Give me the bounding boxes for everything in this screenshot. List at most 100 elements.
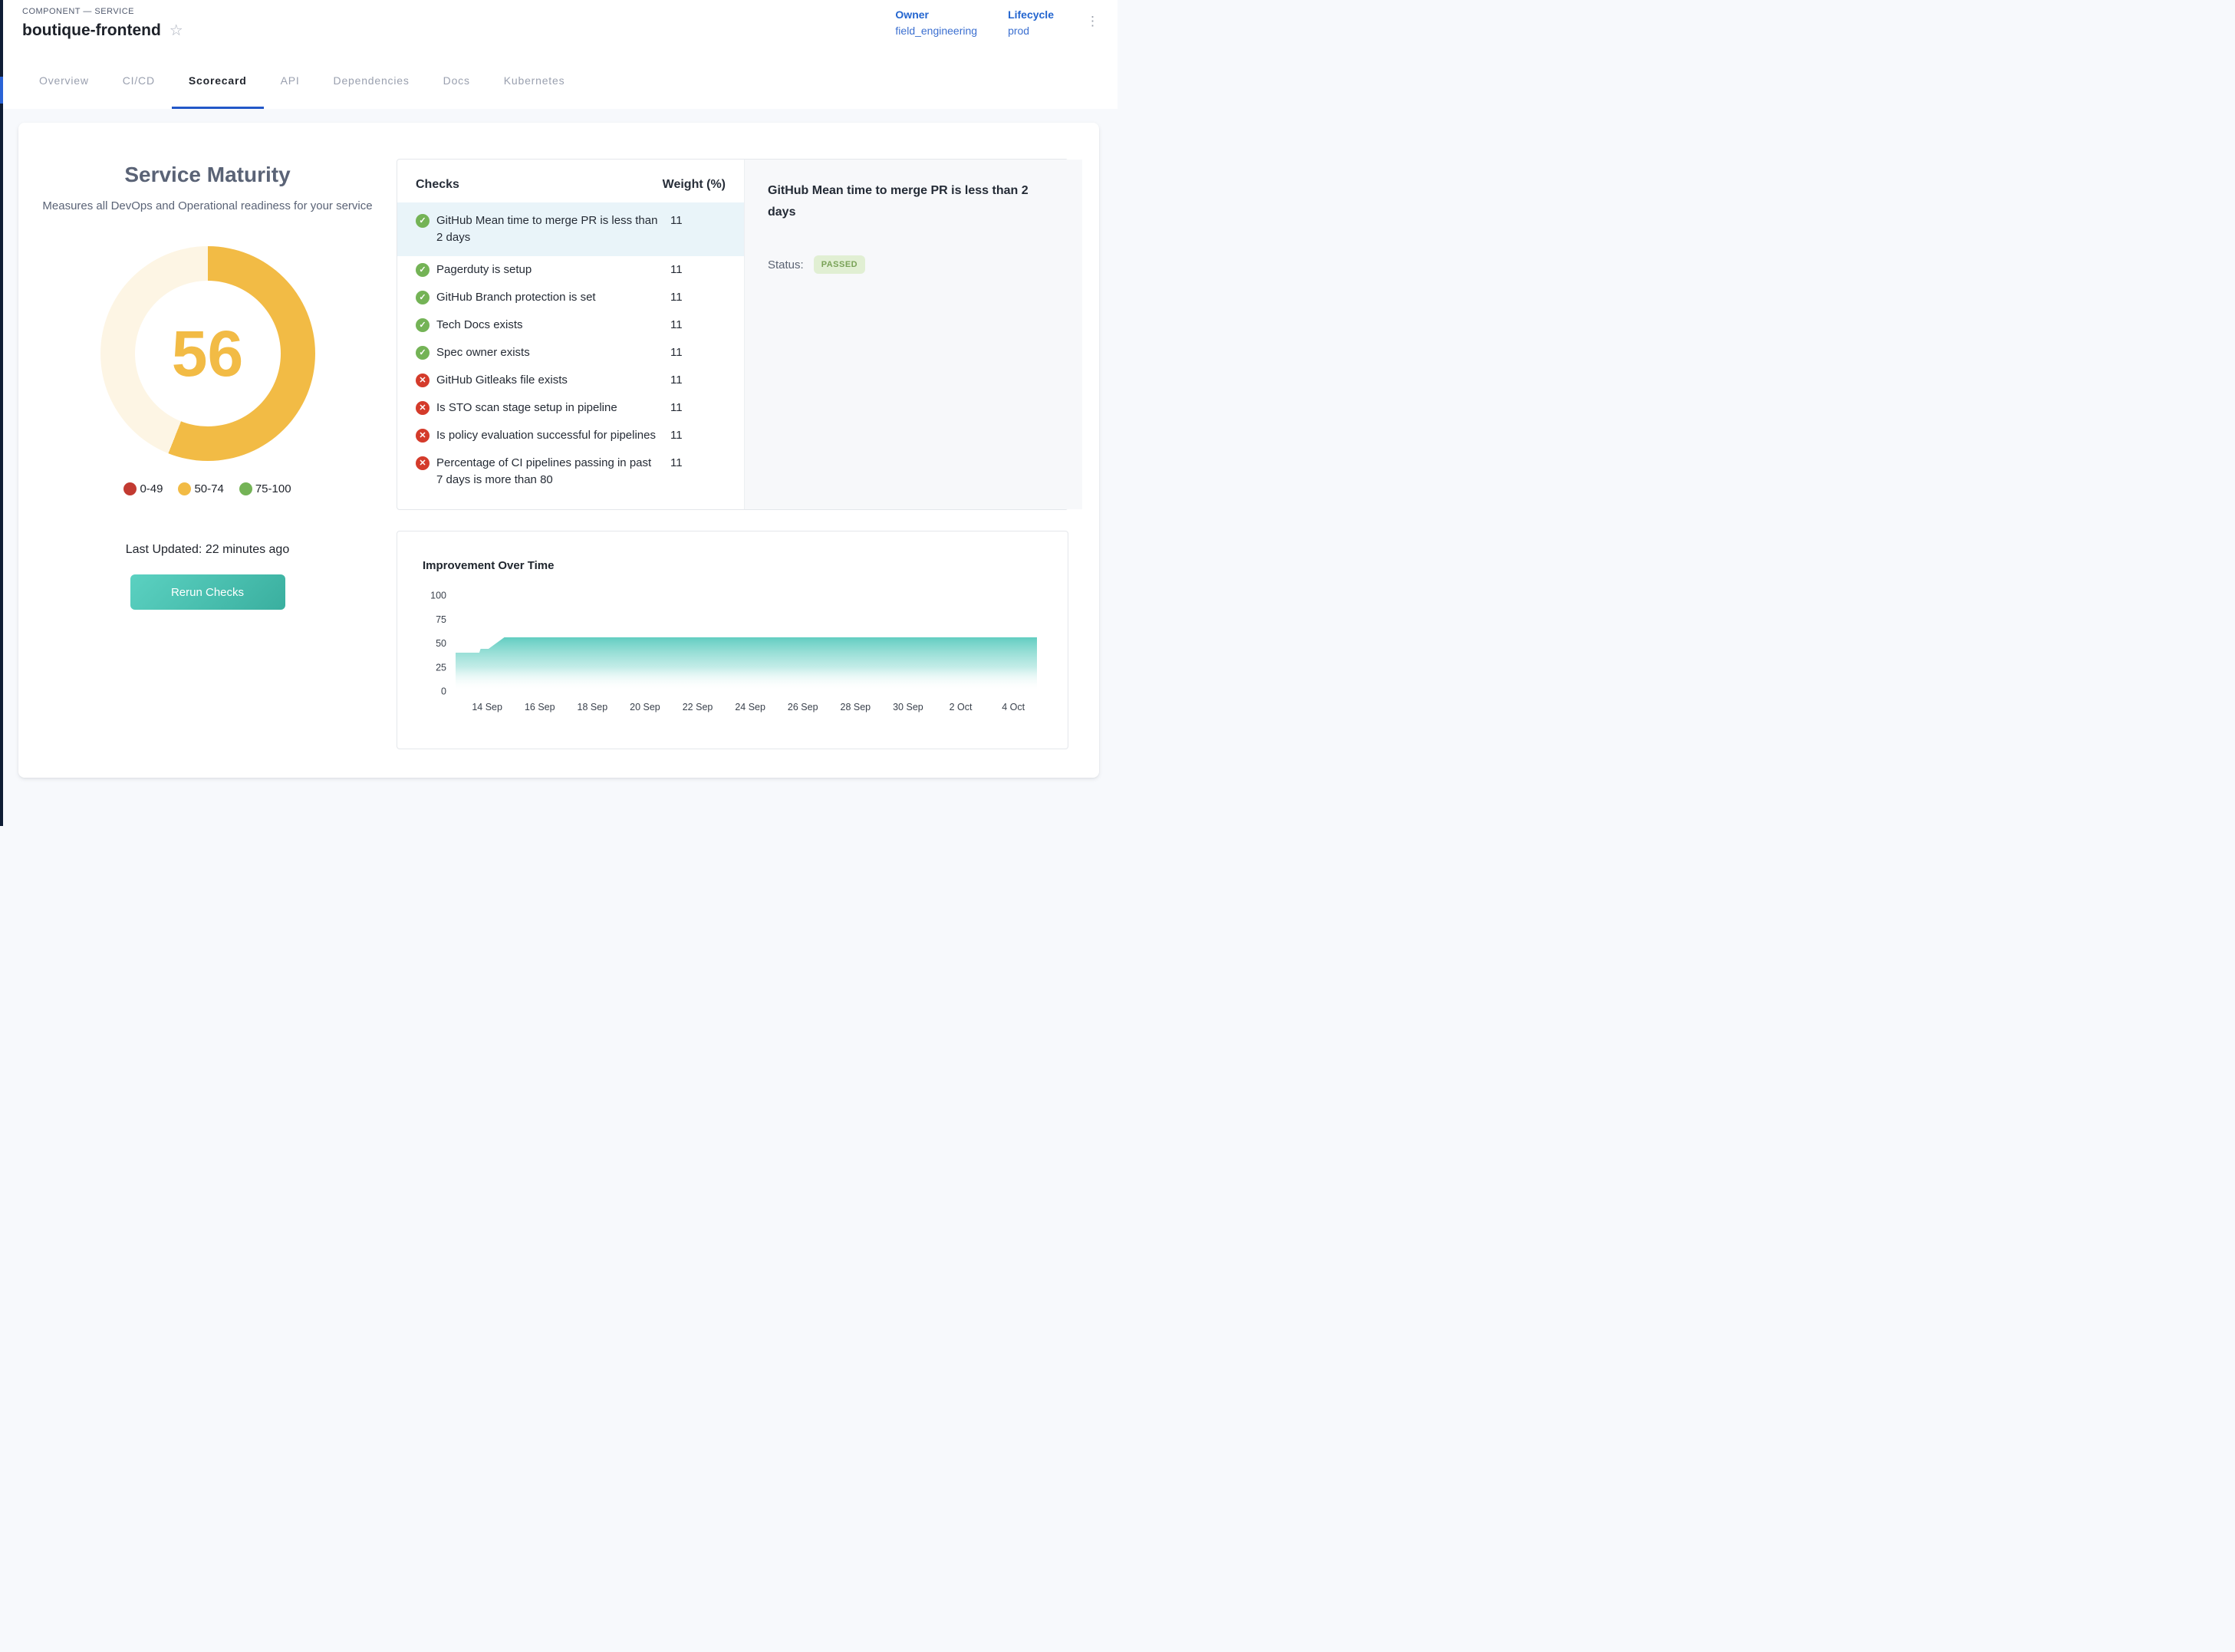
improvement-chart-svg: 025507510014 Sep16 Sep18 Sep20 Sep22 Sep… [410,591,1057,717]
check-row[interactable]: ✕ GitHub Gitleaks file exists 11 [397,367,744,394]
y-tick-label: 0 [441,686,446,697]
check-label: Spec owner exists [436,344,663,361]
owner-block: Owner field_engineering [895,8,977,37]
lifecycle-label: Lifecycle [1008,8,1054,21]
window-left-edge [0,0,3,826]
scorecard-subtitle: Measures all DevOps and Operational read… [42,197,374,216]
checks-panel: Checks Weight (%) ✓ GitHub Mean time to m… [397,159,1068,510]
checks-header: Checks Weight (%) [397,170,744,202]
check-row[interactable]: ✕Percentage of CI pipelines passing in p… [397,449,744,494]
improvement-area [456,637,1037,691]
check-status-row: Status: PASSED [768,255,1059,274]
y-tick-label: 100 [430,591,446,601]
tab-api[interactable]: API [264,51,317,109]
check-label: Is policy evaluation successful for pipe… [436,427,663,444]
legend-dot-icon [123,482,137,495]
tab-docs[interactable]: Docs [426,51,487,109]
scorecard-page: COMPONENT — SERVICE boutique-frontend ☆ … [0,0,1118,826]
entity-header: COMPONENT — SERVICE boutique-frontend ☆ … [3,0,1118,52]
check-row[interactable]: ✓ Spec owner exists 11 [397,339,744,367]
check-weight: 11 [670,317,726,334]
status-badge: PASSED [814,255,865,274]
favorite-star-icon[interactable]: ☆ [170,23,183,38]
legend-item-50-74: 50-74 [178,482,223,495]
check-failed-icon: ✕ [416,401,430,415]
title-row: boutique-frontend ☆ [22,21,183,40]
kebab-menu-icon[interactable]: ⋮ [1085,15,1101,28]
tab-scorecard[interactable]: Scorecard [172,51,264,109]
check-weight: 11 [670,289,726,306]
rerun-checks-button[interactable]: Rerun Checks [130,574,285,610]
check-passed-icon: ✓ [416,291,430,304]
left-edge-accent [0,77,3,104]
legend-label: 75-100 [255,482,291,495]
check-row[interactable]: ✓ GitHub Branch protection is set 11 [397,284,744,311]
legend-dot-icon [178,482,191,495]
breadcrumb: COMPONENT — SERVICE [22,7,134,16]
y-tick-label: 75 [436,614,446,625]
tab-overview[interactable]: Overview [22,51,106,109]
tab-kubernetes[interactable]: Kubernetes [487,51,582,109]
check-label: GitHub Mean time to merge PR is less tha… [436,212,663,246]
check-passed-icon: ✓ [416,263,430,277]
chart-title: Improvement Over Time [423,559,554,572]
x-tick-label: 26 Sep [788,702,818,712]
check-failed-icon: ✕ [416,429,430,443]
owner-value-link[interactable]: field_engineering [895,25,977,37]
x-tick-label: 14 Sep [472,702,502,712]
checks-list: Checks Weight (%) ✓ GitHub Mean time to m… [397,160,744,509]
check-passed-icon: ✓ [416,346,430,360]
status-label: Status: [768,258,804,271]
score-value: 56 [100,246,315,461]
legend-item-0-49: 0-49 [123,482,163,495]
weight-column-header: Weight (%) [663,178,726,192]
tab-ci-cd[interactable]: CI/CD [106,51,172,109]
check-label: GitHub Branch protection is set [436,289,663,306]
x-tick-label: 16 Sep [525,702,555,712]
legend-item-75-100: 75-100 [239,482,291,495]
check-failed-icon: ✕ [416,456,430,470]
check-weight: 11 [670,400,726,416]
legend-label: 50-74 [194,482,223,495]
legend-dot-icon [239,482,252,495]
check-row[interactable]: ✕ Is policy evaluation successful for pip… [397,422,744,449]
x-tick-label: 2 Oct [950,702,973,712]
lifecycle-value: prod [1008,25,1054,37]
score-legend: 0-49 50-74 75-100 [18,482,397,495]
improvement-chart-panel: Improvement Over Time 025507510014 Sep16… [397,531,1068,749]
check-weight: 11 [670,372,726,389]
check-label: Tech Docs exists [436,317,663,334]
check-passed-icon: ✓ [416,318,430,332]
entity-tabs: OverviewCI/CDScorecardAPIDependenciesDoc… [3,51,1118,109]
check-label: Pagerduty is setup [436,262,663,278]
lifecycle-block: Lifecycle prod [1008,8,1054,37]
service-maturity-section: Service Maturity Measures all DevOps and… [18,123,397,610]
page-title: boutique-frontend [22,21,161,40]
legend-label: 0-49 [140,482,163,495]
check-detail-panel: GitHub Mean time to merge PR is less tha… [744,160,1082,509]
y-tick-label: 50 [436,638,446,649]
check-label: Is STO scan stage setup in pipeline [436,400,663,416]
check-weight: 11 [670,344,726,361]
x-tick-label: 24 Sep [735,702,765,712]
check-weight: 11 [670,427,726,444]
check-label: GitHub Gitleaks file exists [436,372,663,389]
x-tick-label: 18 Sep [578,702,608,712]
check-failed-icon: ✕ [416,374,430,387]
checks-column-header: Checks [416,178,663,192]
header-meta: Owner field_engineering Lifecycle prod ⋮ [895,8,1101,37]
check-weight: 11 [670,212,726,229]
x-tick-label: 30 Sep [893,702,923,712]
tab-dependencies[interactable]: Dependencies [317,51,426,109]
check-row[interactable]: ✓ Tech Docs exists 11 [397,311,744,339]
x-tick-label: 28 Sep [841,702,871,712]
x-tick-label: 20 Sep [630,702,660,712]
check-passed-icon: ✓ [416,214,430,228]
check-row[interactable]: ✓ GitHub Mean time to merge PR is less th… [397,202,744,256]
check-row[interactable]: ✓ Pagerduty is setup 11 [397,256,744,284]
last-updated-text: Last Updated: 22 minutes ago [18,543,397,557]
score-donut: 56 [100,246,315,461]
check-detail-title: GitHub Mean time to merge PR is less tha… [768,180,1059,223]
check-weight: 11 [670,262,726,278]
check-row[interactable]: ✕ Is STO scan stage setup in pipeline 11 [397,394,744,422]
